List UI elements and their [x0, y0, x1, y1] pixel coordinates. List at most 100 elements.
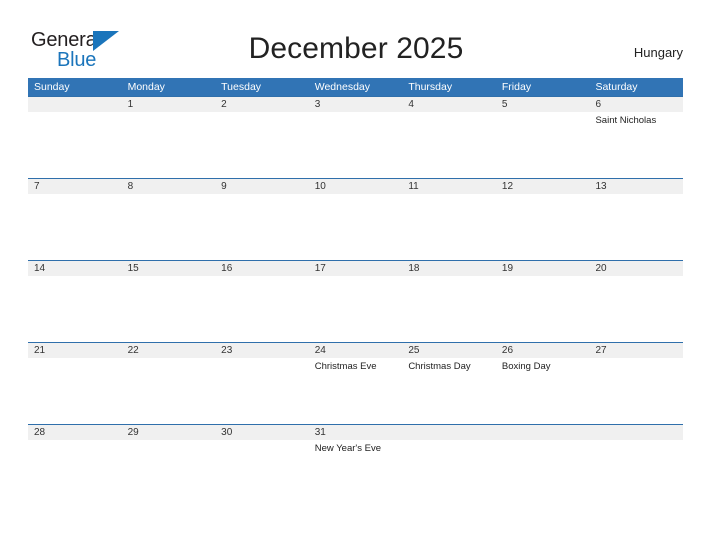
day-cell[interactable] — [589, 358, 683, 424]
day-number[interactable]: 28 — [28, 425, 122, 440]
weekday-header-saturday: Saturday — [595, 81, 638, 93]
day-number[interactable]: 14 — [28, 261, 122, 276]
day-number[interactable]: 22 — [122, 343, 216, 358]
week-date-band: 1 2 3 4 5 6 — [28, 97, 683, 112]
day-cell[interactable] — [309, 194, 403, 260]
week-event-band: Christmas Eve Christmas Day Boxing Day — [28, 358, 683, 424]
day-number[interactable]: 11 — [402, 179, 496, 194]
week-event-band — [28, 276, 683, 342]
day-number[interactable]: 19 — [496, 261, 590, 276]
day-number[interactable] — [496, 425, 590, 440]
weekday-header-friday: Friday — [501, 81, 532, 93]
day-number[interactable]: 23 — [215, 343, 309, 358]
day-cell[interactable] — [589, 276, 683, 342]
day-number[interactable]: 10 — [309, 179, 403, 194]
day-number[interactable]: 15 — [122, 261, 216, 276]
region-label: Hungary — [633, 45, 683, 60]
week-date-band: 28 29 30 31 — [28, 425, 683, 440]
day-cell[interactable] — [496, 276, 590, 342]
day-cell[interactable] — [28, 194, 122, 260]
day-cell[interactable] — [122, 194, 216, 260]
day-cell[interactable] — [122, 112, 216, 178]
weekday-header-wednesday: Wednesday — [314, 81, 370, 93]
day-number[interactable]: 5 — [496, 97, 590, 112]
week-event-band: Saint Nicholas — [28, 112, 683, 178]
day-cell[interactable] — [402, 440, 496, 476]
day-cell[interactable]: Christmas Eve — [309, 358, 403, 424]
day-cell[interactable] — [215, 112, 309, 178]
day-number[interactable]: 18 — [402, 261, 496, 276]
day-cell[interactable] — [589, 194, 683, 260]
week-event-band — [28, 194, 683, 260]
day-number[interactable]: 12 — [496, 179, 590, 194]
day-number[interactable]: 16 — [215, 261, 309, 276]
day-cell[interactable]: Christmas Day — [402, 358, 496, 424]
day-cell[interactable]: New Year's Eve — [309, 440, 403, 476]
event-label: Christmas Day — [408, 361, 471, 372]
day-cell[interactable] — [402, 112, 496, 178]
week-row: 28 29 30 31 New Year's Eve — [28, 424, 683, 476]
day-cell[interactable] — [496, 194, 590, 260]
day-cell[interactable] — [589, 440, 683, 476]
day-number[interactable]: 2 — [215, 97, 309, 112]
day-number[interactable]: 9 — [215, 179, 309, 194]
event-label: New Year's Eve — [314, 443, 381, 454]
day-number[interactable]: 4 — [402, 97, 496, 112]
day-number[interactable]: 29 — [122, 425, 216, 440]
day-cell[interactable] — [496, 440, 590, 476]
day-cell[interactable] — [28, 440, 122, 476]
day-number[interactable]: 7 — [28, 179, 122, 194]
day-cell[interactable] — [215, 358, 309, 424]
weekday-header-tuesday: Tuesday — [221, 81, 262, 93]
day-number[interactable]: 20 — [589, 261, 683, 276]
week-date-band: 21 22 23 24 25 26 27 — [28, 343, 683, 358]
day-cell[interactable] — [122, 276, 216, 342]
weekday-header-sunday: Sunday — [34, 81, 70, 93]
day-cell[interactable] — [122, 440, 216, 476]
event-label: Saint Nicholas — [595, 115, 657, 126]
week-row: 14 15 16 17 18 19 20 — [28, 260, 683, 342]
day-number[interactable]: 31 — [309, 425, 403, 440]
day-number[interactable]: 3 — [309, 97, 403, 112]
day-cell[interactable] — [496, 112, 590, 178]
week-row: 1 2 3 4 5 6 Saint Nicholas — [28, 96, 683, 178]
day-number[interactable] — [402, 425, 496, 440]
day-cell[interactable] — [215, 276, 309, 342]
weekday-header-monday: Monday — [127, 81, 165, 93]
day-number[interactable]: 1 — [122, 97, 216, 112]
day-cell[interactable] — [122, 358, 216, 424]
weekday-header-thursday: Thursday — [408, 81, 453, 93]
day-number[interactable]: 24 — [309, 343, 403, 358]
event-label: Boxing Day — [501, 361, 551, 372]
page-header: General Blue December 2025 Hungary — [0, 0, 712, 78]
day-cell[interactable]: Saint Nicholas — [589, 112, 683, 178]
day-cell[interactable] — [28, 358, 122, 424]
day-number[interactable]: 17 — [309, 261, 403, 276]
week-date-band: 14 15 16 17 18 19 20 — [28, 261, 683, 276]
day-number[interactable]: 26 — [496, 343, 590, 358]
day-number[interactable] — [589, 425, 683, 440]
page-title: December 2025 — [248, 32, 464, 65]
event-label: Christmas Eve — [314, 361, 377, 372]
day-cell[interactable] — [215, 440, 309, 476]
day-cell[interactable] — [28, 112, 122, 178]
week-event-band: New Year's Eve — [28, 440, 683, 476]
day-cell[interactable] — [309, 276, 403, 342]
day-cell[interactable] — [28, 276, 122, 342]
week-row: 7 8 9 10 11 12 13 — [28, 178, 683, 260]
week-row: 21 22 23 24 25 26 27 Christmas Eve Chris… — [28, 342, 683, 424]
day-number[interactable]: 27 — [589, 343, 683, 358]
day-number[interactable]: 30 — [215, 425, 309, 440]
day-number[interactable] — [28, 97, 122, 112]
day-number[interactable]: 21 — [28, 343, 122, 358]
day-cell[interactable] — [309, 112, 403, 178]
day-cell[interactable] — [402, 194, 496, 260]
day-number[interactable]: 8 — [122, 179, 216, 194]
day-cell[interactable] — [402, 276, 496, 342]
day-number[interactable]: 13 — [589, 179, 683, 194]
week-date-band: 7 8 9 10 11 12 13 — [28, 179, 683, 194]
day-number[interactable]: 25 — [402, 343, 496, 358]
day-number[interactable]: 6 — [589, 97, 683, 112]
day-cell[interactable]: Boxing Day — [496, 358, 590, 424]
day-cell[interactable] — [215, 194, 309, 260]
